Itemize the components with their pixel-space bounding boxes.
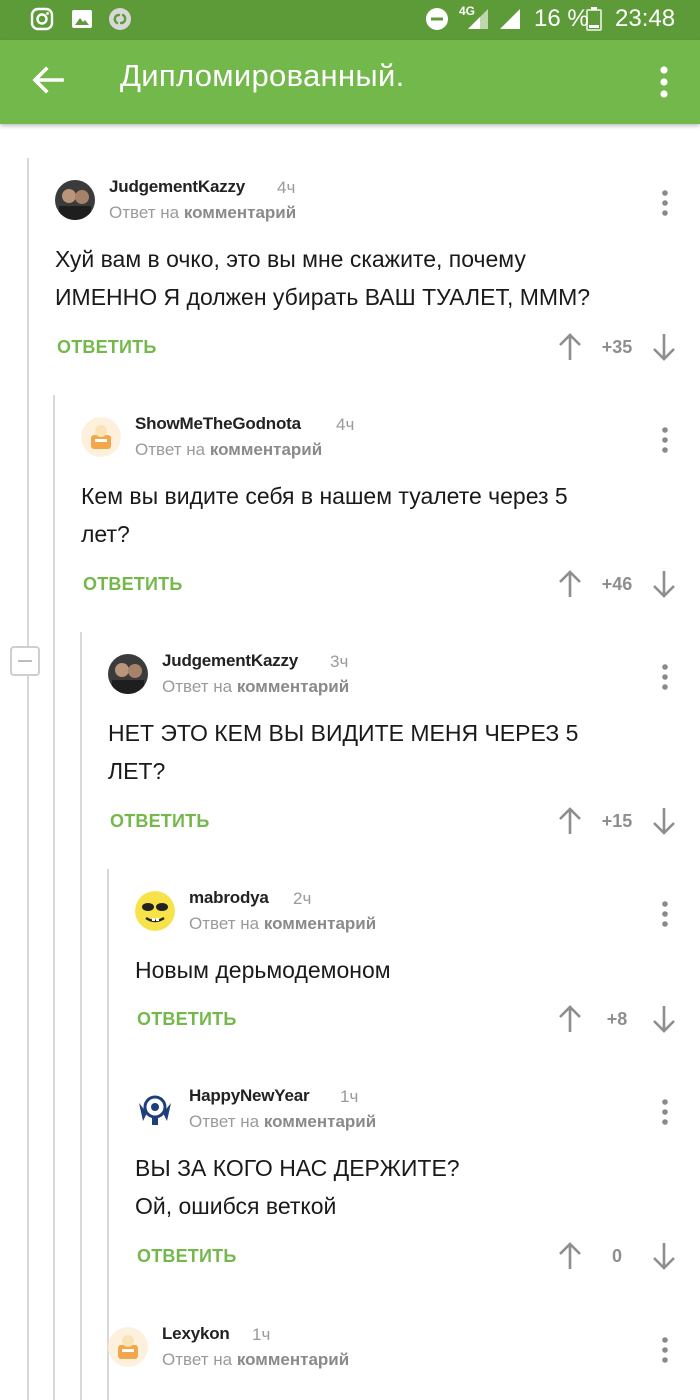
- comment-time: 1ч: [340, 1087, 359, 1106]
- comment: HappyNewYear 1ч Ответ на комментарий ВЫ …: [135, 1086, 686, 1289]
- status-bar: 4G 16 % 23:48: [0, 0, 700, 40]
- comment: JudgementKazzy 3ч Ответ на комментарий Н…: [108, 651, 686, 854]
- thread-line: [107, 869, 109, 1400]
- comment-menu-icon[interactable]: [655, 1097, 675, 1127]
- avatar[interactable]: [55, 180, 95, 220]
- battery-percent: 16 %: [534, 5, 589, 32]
- comment-time: 3ч: [330, 652, 349, 671]
- avatar[interactable]: [108, 1327, 148, 1367]
- gallery-icon: [72, 10, 92, 28]
- app-bar: Дипломированный.: [0, 40, 700, 124]
- comment-author[interactable]: JudgementKazzy: [162, 651, 298, 671]
- signal-icon: [468, 9, 488, 29]
- comment-author[interactable]: Lexykon: [162, 1324, 230, 1344]
- reply-button[interactable]: ОТВЕТИТЬ: [57, 337, 156, 358]
- comment-text: Хуй вам в очко, это вы мне скажите, поче…: [55, 246, 591, 310]
- do-not-disturb-icon: [426, 8, 448, 30]
- reply-to-label[interactable]: Ответ на комментарий: [162, 1350, 349, 1370]
- upvote-arrow-icon[interactable]: [557, 1004, 583, 1034]
- comment-menu-icon[interactable]: [655, 425, 675, 455]
- reply-button[interactable]: ОТВЕТИТЬ: [83, 574, 182, 595]
- comment-menu-icon[interactable]: [655, 899, 675, 929]
- page-title: Дипломированный.: [120, 58, 405, 93]
- upvote-arrow-icon[interactable]: [557, 332, 583, 362]
- clock: 23:48: [615, 5, 676, 32]
- upvote-arrow-icon[interactable]: [557, 806, 583, 836]
- vote-score: 0: [611, 1246, 622, 1266]
- thread-line: [80, 632, 82, 1400]
- comment-text: ВЫ ЗА КОГО НАС ДЕРЖИТЕ? Ой, ошибся веткой: [135, 1155, 460, 1219]
- comment-menu-icon[interactable]: [655, 1335, 675, 1365]
- comment: mabrodya 2ч Ответ на комментарий Новым д…: [135, 888, 686, 1051]
- comment-text: Кем вы видите себя в нашем туалете через…: [81, 483, 568, 547]
- comment-time: 4ч: [336, 415, 355, 434]
- comment-author[interactable]: ShowMeTheGodnota: [135, 414, 301, 434]
- reply-to-label[interactable]: Ответ на комментарий: [189, 1112, 376, 1132]
- reply-to-label[interactable]: Ответ на комментарий: [109, 203, 296, 223]
- comment-time: 1ч: [252, 1325, 271, 1344]
- comment-time: 4ч: [277, 178, 296, 197]
- avatar[interactable]: [135, 1089, 175, 1129]
- downvote-arrow-icon[interactable]: [651, 806, 677, 836]
- reply-button[interactable]: ОТВЕТИТЬ: [137, 1009, 236, 1030]
- instagram-icon: [30, 7, 54, 31]
- downvote-arrow-icon[interactable]: [651, 332, 677, 362]
- comment-text: Новым дерьмодемоном: [135, 957, 391, 983]
- comment: Lexykon 1ч Ответ на комментарий: [108, 1324, 686, 1400]
- comment: ShowMeTheGodnota 4ч Ответ на комментарий…: [81, 414, 686, 617]
- reply-to-label[interactable]: Ответ на комментарий: [162, 677, 349, 697]
- reply-to-label[interactable]: Ответ на комментарий: [135, 440, 322, 460]
- downvote-arrow-icon[interactable]: [651, 1241, 677, 1271]
- back-arrow-icon[interactable]: [28, 60, 68, 100]
- reply-to-label[interactable]: Ответ на комментарий: [189, 914, 376, 934]
- avatar[interactable]: [81, 417, 121, 457]
- comment-menu-icon[interactable]: [655, 662, 675, 692]
- vote-score: +8: [606, 1009, 628, 1029]
- upvote-arrow-icon[interactable]: [557, 1241, 583, 1271]
- vote-score: +35: [601, 337, 633, 357]
- reply-button[interactable]: ОТВЕТИТЬ: [110, 811, 209, 832]
- comment-menu-icon[interactable]: [655, 188, 675, 218]
- downvote-arrow-icon[interactable]: [651, 569, 677, 599]
- vote-score: +46: [601, 574, 633, 594]
- reply-button[interactable]: ОТВЕТИТЬ: [137, 1246, 236, 1267]
- thread-line: [27, 158, 29, 1400]
- comment-author[interactable]: HappyNewYear: [189, 1086, 310, 1106]
- downvote-arrow-icon[interactable]: [651, 1004, 677, 1034]
- thread-line: [53, 395, 55, 1400]
- more-menu-icon[interactable]: [650, 62, 678, 102]
- comment-author[interactable]: JudgementKazzy: [109, 177, 245, 197]
- battery-icon: [586, 7, 602, 31]
- upvote-arrow-icon[interactable]: [557, 569, 583, 599]
- collapse-thread-button[interactable]: [10, 646, 40, 676]
- signal-icon-2: [500, 9, 520, 29]
- comment-author[interactable]: mabrodya: [189, 888, 269, 908]
- comment-text: НЕТ ЭТО КЕМ ВЫ ВИДИТЕ МЕНЯ ЧЕРЕЗ 5 ЛЕТ?: [108, 720, 579, 784]
- comment-time: 2ч: [293, 889, 312, 908]
- vote-score: +15: [601, 811, 633, 831]
- shazam-icon: [109, 8, 131, 30]
- avatar[interactable]: [135, 891, 175, 931]
- comment: JudgementKazzy 4ч Ответ на комментарий Х…: [55, 177, 685, 380]
- avatar[interactable]: [108, 654, 148, 694]
